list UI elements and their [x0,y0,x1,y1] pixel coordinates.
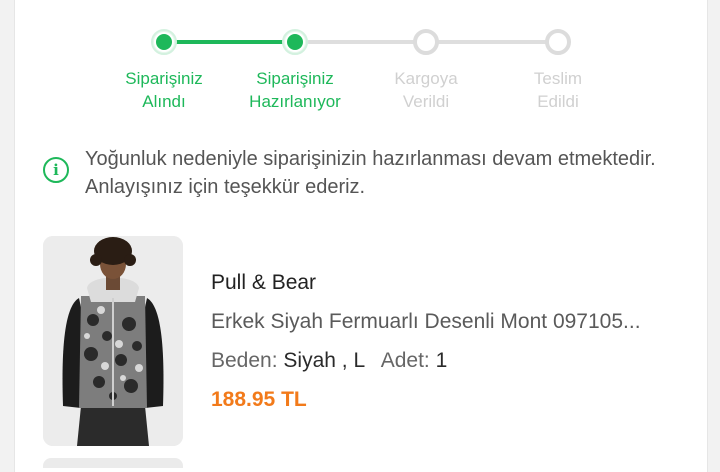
product-price: 188.95 TL [211,388,307,411]
delay-notice-text: Yoğunluk nedeniyle siparişinizin hazırla… [85,148,656,198]
product-name[interactable]: Erkek Siyah Fermuarlı Desenli Mont 09710… [211,310,681,334]
quantity-value: 1 [435,349,448,372]
size-label: Beden: [211,349,278,372]
step-3-label: Kargoya Verildi [394,69,458,111]
step-1-indicator [151,29,177,55]
step-4-indicator [545,29,571,55]
step-4-label: Teslim Edildi [533,69,583,111]
step-1-label: Siparişiniz Alındı [125,69,203,111]
order-status-card: Siparişiniz Alındı Siparişiniz Hazırlanı… [14,0,708,472]
size-value: Siyah , L [283,349,365,372]
quantity-label: Adet: [380,349,430,372]
jacket-model-image [43,236,183,446]
step-2-indicator [282,29,308,55]
stepper-line-done [175,40,295,44]
product-attributes: Beden: Siyah , L Adet: 1 [211,349,447,373]
step-3-indicator [413,29,439,55]
info-icon: i [43,157,69,183]
product-brand: Pull & Bear [211,271,317,294]
step-2-label: Siparişiniz Hazırlanıyor [249,69,341,111]
product-image[interactable] [43,236,183,446]
